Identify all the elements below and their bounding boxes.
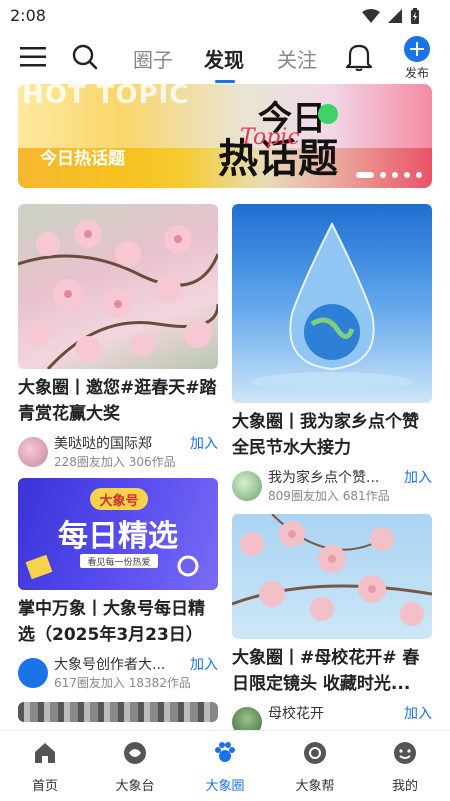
home-icon — [35, 743, 55, 763]
card-title: 掌中万象丨大象号每日精选（2025年3月23日） — [18, 599, 205, 645]
daily-picks-image: 大象号 每日精选 看见每一份热爱 — [25, 488, 199, 580]
banner-headline: 今日 热话题 Topic — [218, 99, 338, 182]
card-title: 大象圈丨我为家乡点个赞 全民节水大接力 — [232, 412, 419, 458]
card-image — [232, 514, 432, 639]
card-meta: 大象号创作者大... 617圈友加入 18382作品 加入 — [18, 654, 218, 694]
status-time: 2:08 — [10, 6, 46, 25]
topic-card[interactable]: 大象号 每日精选 看见每一份热爱 掌中万象丨大象号每日精选（2025年3月23日… — [18, 478, 218, 694]
profile-face-icon — [394, 742, 416, 764]
publish-button[interactable]: 发布 — [400, 36, 434, 81]
publish-label: 发布 — [404, 66, 429, 80]
card-image — [18, 702, 218, 722]
paw-icon — [215, 742, 235, 762]
card-title: 大象圈丨邀您#逛春天#踏青赏花赢大奖 — [18, 378, 217, 424]
topic-card[interactable]: 大象圈丨邀您#逛春天#踏青赏花赢大奖 美哒哒的国际郑 228圈友加入 306作品… — [18, 204, 218, 473]
banner-script: Topic — [240, 125, 300, 150]
pager-dot — [380, 172, 386, 178]
hot-topic-banner[interactable]: HOT TOPIC 今日 热话题 Topic 今日热话题 — [18, 84, 432, 188]
bell-icon[interactable] — [346, 43, 372, 71]
menu-icon[interactable] — [20, 46, 46, 68]
join-button[interactable]: 加入 — [404, 703, 432, 723]
pager-dot-active — [356, 172, 374, 178]
search-icon[interactable] — [72, 44, 98, 70]
card-meta: 我为家乡点个赞... 809圈友加入 681作品 加入 — [232, 467, 432, 507]
signal-icon — [388, 9, 402, 23]
blossom-image — [18, 220, 218, 369]
blossom-image — [232, 514, 432, 626]
card-image — [232, 204, 432, 403]
avatar — [232, 471, 262, 501]
paw-icon — [18, 658, 48, 688]
card-image: 大象号 每日精选 看见每一份热爱 — [18, 478, 218, 590]
tab-elephant-station[interactable]: 大象台 — [90, 741, 180, 794]
tab-home[interactable]: 首页 — [0, 741, 90, 794]
topic-card[interactable]: 大象圈丨我为家乡点个赞 全民节水大接力 我为家乡点个赞... 809圈友加入 6… — [232, 204, 432, 507]
image-title: 每日精选 — [58, 519, 178, 554]
tab-elephant-help[interactable]: 大象帮 — [270, 741, 360, 794]
bottom-tab-bar: 首页 大象台 大象圈 大象帮 我的 — [0, 730, 450, 801]
plus-icon — [404, 36, 430, 62]
tab-follow[interactable]: 关注 — [277, 44, 317, 73]
tab-active-indicator — [215, 80, 235, 83]
tab-label: 我的 — [391, 779, 418, 794]
tab-label: 首页 — [31, 779, 58, 794]
circle-stats: 617圈友加入 18382作品 — [54, 676, 191, 690]
circle-stats: 228圈友加入 306作品 — [54, 455, 176, 469]
avatar — [18, 437, 48, 467]
pager-dot — [404, 172, 410, 178]
card-meta: 美哒哒的国际郑 228圈友加入 306作品 加入 — [18, 433, 218, 473]
tab-label: 大象帮 — [295, 779, 335, 794]
topic-card[interactable] — [18, 702, 218, 722]
tab-elephant-circle[interactable]: 大象圈 — [180, 741, 270, 794]
tab-label: 大象台 — [115, 779, 155, 794]
pager-dot — [392, 172, 398, 178]
image-badge: 大象号 — [99, 493, 138, 509]
banner-pager — [356, 172, 422, 178]
banner-caption: 今日热话题 — [40, 149, 125, 169]
tab-me[interactable]: 我的 — [360, 741, 450, 794]
tab-discover[interactable]: 发现 — [204, 44, 244, 73]
join-button[interactable]: 加入 — [404, 467, 432, 487]
circle-stats: 809圈友加入 681作品 — [268, 489, 390, 503]
join-button[interactable]: 加入 — [190, 433, 218, 453]
circle-name: 我为家乡点个赞... — [268, 470, 380, 486]
tab-circle[interactable]: 圈子 — [133, 44, 173, 73]
card-title: 大象圈丨#母校花开# 春日限定镜头 收藏时光... — [232, 648, 420, 694]
tab-label: 大象圈 — [205, 779, 245, 794]
circle-name: 大象号创作者大... — [54, 657, 166, 673]
status-bar: 2:08 — [0, 0, 450, 32]
topic-card[interactable]: 大象圈丨#母校花开# 春日限定镜头 收藏时光... 母校花开 加入 — [232, 514, 432, 743]
refresh-leaf-icon — [124, 742, 146, 764]
wifi-icon — [362, 9, 380, 23]
banner-bg-text: HOT TOPIC — [22, 84, 190, 110]
water-drop-image — [252, 221, 412, 392]
join-button[interactable]: 加入 — [190, 654, 218, 674]
circle-name: 母校花开 — [268, 706, 324, 722]
pager-dot — [416, 172, 422, 178]
battery-icon — [411, 8, 419, 24]
status-icons — [362, 8, 420, 24]
circle-name: 美哒哒的国际郑 — [54, 436, 152, 452]
image-subtitle: 看见每一份热爱 — [87, 556, 150, 568]
top-nav: 圈子 发现 关注 — [0, 34, 450, 83]
card-image — [18, 204, 218, 369]
help-circle-icon — [304, 742, 326, 764]
